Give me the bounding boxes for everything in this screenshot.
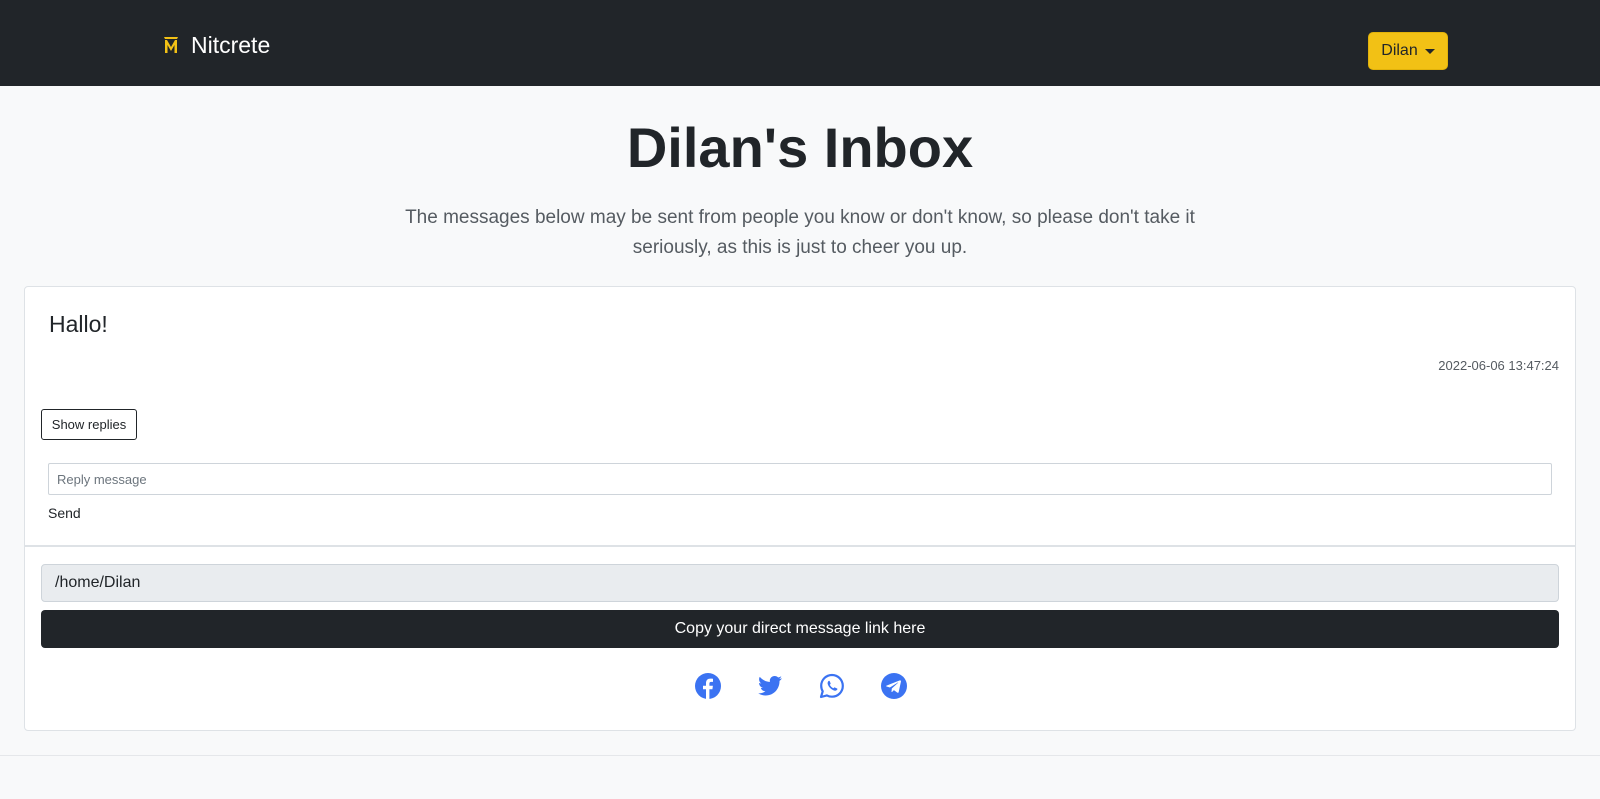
share-card: Copy your direct message link here xyxy=(24,546,1576,731)
mask-logo-icon xyxy=(164,37,178,53)
copy-link-button[interactable]: Copy your direct message link here xyxy=(41,610,1559,648)
message-card: Hallo! 2022-06-06 13:47:24 Show replies … xyxy=(24,286,1576,546)
brand-name: Nitcrete xyxy=(191,32,271,58)
footer-divider xyxy=(0,755,1600,756)
user-menu-label: Dilan xyxy=(1381,42,1418,59)
navbar: Nitcrete Dilan xyxy=(0,0,1600,86)
direct-link-field[interactable] xyxy=(41,564,1559,602)
social-share-list xyxy=(25,673,1577,699)
message-timestamp: 2022-06-06 13:47:24 xyxy=(1438,358,1559,373)
user-menu-button[interactable]: Dilan xyxy=(1368,32,1448,70)
show-replies-button[interactable]: Show replies xyxy=(41,409,137,440)
page-subtitle: The messages below may be sent from peop… xyxy=(405,207,1195,258)
brand-link[interactable]: Nitcrete xyxy=(163,30,270,60)
whatsapp-icon[interactable] xyxy=(819,673,845,699)
send-button[interactable]: Send xyxy=(48,505,81,521)
page-title: Dilan's Inbox xyxy=(626,116,974,179)
twitter-icon[interactable] xyxy=(757,673,783,699)
reply-message-input[interactable] xyxy=(48,463,1552,495)
telegram-icon[interactable] xyxy=(881,673,907,699)
caret-down-icon xyxy=(1424,48,1435,54)
facebook-icon[interactable] xyxy=(695,673,721,699)
message-text: Hallo! xyxy=(49,311,108,337)
